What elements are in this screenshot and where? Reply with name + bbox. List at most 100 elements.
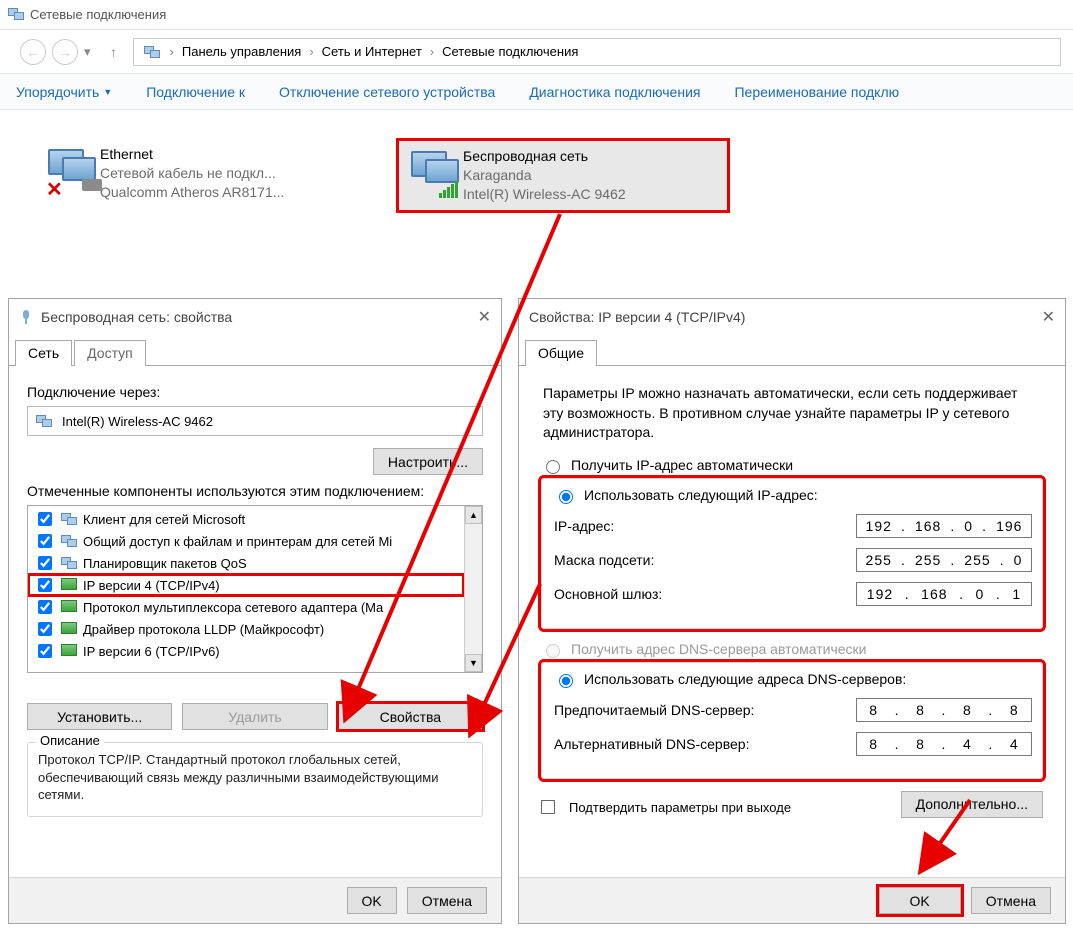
- adapter-properties-dialog: Беспроводная сеть: свойства ✕ Сеть Досту…: [8, 298, 502, 924]
- component-checkbox[interactable]: [38, 578, 52, 592]
- cancel-button[interactable]: Отмена: [407, 887, 487, 914]
- close-icon[interactable]: ✕: [478, 307, 491, 327]
- checkbox-icon[interactable]: [541, 800, 555, 814]
- configure-button[interactable]: Настроить...: [373, 448, 483, 475]
- components-list[interactable]: Клиент для сетей Microsoft Общий доступ к…: [27, 505, 483, 673]
- computer-icon: [144, 45, 162, 59]
- ip-octet[interactable]: 8: [916, 702, 925, 718]
- ip-octet[interactable]: 255: [964, 552, 990, 568]
- cancel-button[interactable]: Отмена: [971, 887, 1051, 914]
- radio-manual-dns[interactable]: Использовать следующие адреса DNS-сервер…: [554, 671, 1032, 688]
- connection-wifi[interactable]: Беспроводная сеть Karaganda Intel(R) Wir…: [396, 138, 730, 213]
- nav-forward-button[interactable]: →: [52, 39, 78, 65]
- ip-octet[interactable]: 196: [996, 518, 1022, 534]
- dialog-titlebar: Свойства: IP версии 4 (TCP/IPv4) ✕: [519, 299, 1065, 335]
- radio-input[interactable]: [559, 490, 573, 504]
- ip-octet[interactable]: 8: [869, 702, 878, 718]
- component-item[interactable]: Драйвер протокола LLDP (Майкрософт): [28, 618, 464, 640]
- radio-auto-dns: Получить адрес DNS-сервера автоматически: [541, 641, 1043, 658]
- description-text: Протокол TCP/IP. Стандартный протокол гл…: [38, 751, 472, 804]
- component-label: IP версии 4 (TCP/IPv4): [83, 578, 220, 593]
- connection-name: Ethernet: [100, 145, 284, 164]
- component-checkbox[interactable]: [38, 622, 52, 636]
- ip-octet[interactable]: 255: [866, 552, 892, 568]
- ip-octet[interactable]: 192: [867, 586, 893, 602]
- ip-octet[interactable]: 1: [1012, 586, 1021, 602]
- scrollbar[interactable]: ▲ ▼: [464, 506, 482, 672]
- ip-octet[interactable]: 168: [915, 518, 941, 534]
- ip-octet[interactable]: 8: [1010, 702, 1019, 718]
- window-title: Сетевые подключения: [30, 7, 166, 22]
- nav-up-button[interactable]: ↑: [101, 39, 127, 65]
- diagnose-button[interactable]: Диагностика подключения: [529, 84, 700, 100]
- nav-back-button[interactable]: ←: [20, 39, 46, 65]
- component-checkbox[interactable]: [38, 556, 52, 570]
- ok-button[interactable]: OK: [879, 887, 961, 914]
- gw-input[interactable]: 192.168.0.1: [856, 582, 1032, 606]
- component-icon: [61, 512, 77, 526]
- close-icon[interactable]: ✕: [1042, 307, 1055, 327]
- ip-octet[interactable]: 0: [976, 586, 985, 602]
- radio-input[interactable]: [559, 674, 573, 688]
- ip-octet[interactable]: 192: [866, 518, 892, 534]
- component-item[interactable]: IP версии 4 (TCP/IPv4): [28, 574, 464, 596]
- properties-button[interactable]: Свойства: [338, 703, 483, 730]
- ip-octet[interactable]: 4: [963, 736, 972, 752]
- window-titlebar: Сетевые подключения: [0, 0, 1073, 30]
- tab-general[interactable]: Общие: [525, 340, 597, 366]
- radio-auto-ip[interactable]: Получить IP-адрес автоматически: [541, 457, 1043, 474]
- dialog-title: Беспроводная сеть: свойства: [41, 309, 232, 325]
- radio-input[interactable]: [546, 460, 560, 474]
- mask-input[interactable]: 255.255.255.0: [856, 548, 1032, 572]
- component-label: Протокол мультиплексора сетевого адаптер…: [83, 600, 383, 615]
- nav-history-dropdown[interactable]: ▾: [84, 44, 91, 60]
- confirm-exit-checkbox[interactable]: Подтвердить параметры при выходе: [541, 800, 791, 815]
- component-item[interactable]: Общий доступ к файлам и принтерам для се…: [28, 530, 464, 552]
- component-checkbox[interactable]: [38, 512, 52, 526]
- ip-group: Использовать следующий IP-адрес: IP-адре…: [541, 478, 1043, 629]
- component-item[interactable]: Планировщик пакетов QoS: [28, 552, 464, 574]
- breadcrumb-seg-1[interactable]: Панель управления: [176, 39, 307, 65]
- component-checkbox[interactable]: [38, 534, 52, 548]
- scroll-down-icon[interactable]: ▼: [465, 654, 482, 672]
- ip-octet[interactable]: 8: [963, 702, 972, 718]
- ip-octet[interactable]: 8: [916, 736, 925, 752]
- component-checkbox[interactable]: [38, 600, 52, 614]
- dns1-input[interactable]: 8.8.8.8: [856, 698, 1032, 722]
- rename-button[interactable]: Переименование подклю: [734, 84, 899, 100]
- tab-network[interactable]: Сеть: [15, 340, 72, 366]
- component-icon: [61, 534, 77, 548]
- ip-octet[interactable]: 4: [1010, 736, 1019, 752]
- ip-input[interactable]: 192.168.0.196: [856, 514, 1032, 538]
- component-checkbox[interactable]: [38, 644, 52, 658]
- connect-to-button[interactable]: Подключение к: [146, 84, 245, 100]
- adapter-card-icon: [36, 414, 54, 428]
- dns2-input[interactable]: 8.8.4.4: [856, 732, 1032, 756]
- breadcrumb-seg-2[interactable]: Сеть и Интернет: [316, 39, 428, 65]
- ip-octet[interactable]: 255: [915, 552, 941, 568]
- adapter-field: Intel(R) Wireless-AC 9462: [27, 406, 483, 436]
- ip-octet[interactable]: 0: [1014, 552, 1023, 568]
- ip-octet[interactable]: 0: [964, 518, 973, 534]
- tab-access[interactable]: Доступ: [74, 340, 146, 366]
- organize-button[interactable]: Упорядочить▼: [16, 84, 112, 100]
- breadcrumb[interactable]: › Панель управления › Сеть и Интернет › …: [133, 38, 1061, 66]
- mask-label: Маска подсети:: [554, 552, 654, 568]
- breadcrumb-seg-3[interactable]: Сетевые подключения: [436, 39, 584, 65]
- install-button[interactable]: Установить...: [27, 703, 172, 730]
- disable-device-button[interactable]: Отключение сетевого устройства: [279, 84, 495, 100]
- component-label: Общий доступ к файлам и принтерам для се…: [83, 534, 392, 549]
- radio-manual-ip[interactable]: Использовать следующий IP-адрес:: [554, 487, 1032, 504]
- ip-octet[interactable]: 168: [921, 586, 947, 602]
- advanced-button[interactable]: Дополнительно...: [901, 791, 1043, 818]
- connection-ethernet[interactable]: ✕ Ethernet Сетевой кабель не подкл... Qu…: [44, 145, 364, 202]
- component-item[interactable]: Клиент для сетей Microsoft: [28, 508, 464, 530]
- ok-button[interactable]: OK: [347, 887, 397, 914]
- component-item[interactable]: IP версии 6 (TCP/IPv6): [28, 640, 464, 662]
- component-icon: [61, 622, 77, 636]
- scroll-up-icon[interactable]: ▲: [465, 506, 482, 524]
- component-item[interactable]: Протокол мультиплексора сетевого адаптер…: [28, 596, 464, 618]
- ip-octet[interactable]: 8: [869, 736, 878, 752]
- component-label: IP версии 6 (TCP/IPv6): [83, 644, 220, 659]
- remove-button: Удалить: [182, 703, 327, 730]
